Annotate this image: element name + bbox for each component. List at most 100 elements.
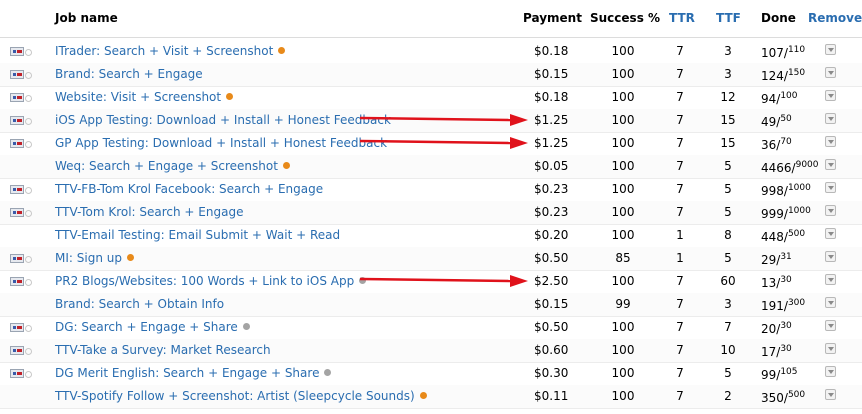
remove-button[interactable] bbox=[825, 343, 836, 354]
done-count: 998 bbox=[761, 184, 784, 198]
job-name-link[interactable]: TTV-Email Testing: Email Submit + Wait +… bbox=[55, 228, 340, 242]
job-name-link[interactable]: iOS App Testing: Download + Install + Ho… bbox=[55, 113, 391, 127]
remove-button[interactable] bbox=[825, 90, 836, 101]
job-name-link[interactable]: TTV-FB-Tom Krol Facebook: Search + Engag… bbox=[55, 182, 323, 196]
job-name-label: TTV-Take a Survey: Market Research bbox=[55, 343, 271, 357]
remove-button[interactable] bbox=[825, 251, 836, 262]
flag-status-icon bbox=[25, 95, 32, 102]
done-total: 500 bbox=[787, 229, 806, 239]
ttf-value: 5 bbox=[724, 182, 732, 196]
table-row: TTV-FB-Tom Krol Facebook: Search + Engag… bbox=[0, 178, 862, 202]
table-row: Brand: Search + Engage $0.15 100 7 3 124/150 bbox=[0, 63, 862, 87]
done-value: 350/500 bbox=[761, 390, 806, 405]
flag-status-icon bbox=[25, 49, 32, 56]
payment-value: $0.30 bbox=[534, 366, 569, 380]
col-payment[interactable]: Payment bbox=[523, 11, 582, 25]
done-value: 99/105 bbox=[761, 367, 798, 382]
success-value: 100 bbox=[611, 90, 635, 104]
success-value: 100 bbox=[611, 182, 635, 196]
job-name-label: Website: Visit + Screenshot bbox=[55, 90, 222, 104]
ttf-value: 5 bbox=[724, 251, 732, 265]
job-name-link[interactable]: GP App Testing: Download + Install + Hon… bbox=[55, 136, 387, 150]
country-flag-icon bbox=[10, 185, 24, 194]
ttr-value: 7 bbox=[676, 297, 684, 311]
job-name-label: GP App Testing: Download + Install + Hon… bbox=[55, 136, 388, 150]
job-name-label: DG Merit English: Search + Engage + Shar… bbox=[55, 366, 320, 380]
job-name-link[interactable]: Website: Visit + Screenshot bbox=[55, 90, 234, 104]
remove-button[interactable] bbox=[825, 228, 836, 239]
job-name-link[interactable]: Brand: Search + Obtain Info bbox=[55, 297, 224, 311]
table-row: TTV-Tom Krol: Search + Engage $0.23 100 7 5 9… bbox=[0, 201, 862, 225]
job-name-link[interactable]: TTV-Take a Survey: Market Research bbox=[55, 343, 271, 357]
payment-value: $1.25 bbox=[534, 113, 569, 127]
ttf-value: 5 bbox=[724, 205, 732, 219]
success-value: 100 bbox=[611, 67, 635, 81]
remove-button[interactable] bbox=[825, 366, 836, 377]
payment-value: $1.25 bbox=[534, 136, 569, 150]
done-value: 4466/9000 bbox=[761, 160, 819, 175]
remove-button[interactable] bbox=[825, 274, 836, 285]
done-total: 150 bbox=[787, 68, 806, 78]
remove-button[interactable] bbox=[825, 44, 836, 55]
done-value: 36/70 bbox=[761, 137, 792, 152]
done-count: 124 bbox=[761, 69, 784, 83]
done-count: 29 bbox=[761, 253, 777, 267]
remove-button[interactable] bbox=[825, 159, 836, 170]
col-remove[interactable]: Remove bbox=[808, 11, 862, 25]
ttr-value: 7 bbox=[676, 159, 684, 173]
flag-status-icon bbox=[25, 371, 32, 378]
payment-value: $0.11 bbox=[534, 389, 569, 403]
ttr-value: 7 bbox=[676, 366, 684, 380]
done-value: 94/100 bbox=[761, 91, 798, 106]
job-name-link[interactable]: PR2 Blogs/Websites: 100 Words + Link to … bbox=[55, 274, 367, 288]
job-name-link[interactable]: DG: Search + Engage + Share bbox=[55, 320, 250, 334]
table-row: MI: Sign up $0.50 85 1 5 29/31 bbox=[0, 247, 862, 271]
country-flag-icon bbox=[10, 346, 24, 355]
job-name-link[interactable]: DG Merit English: Search + Engage + Shar… bbox=[55, 366, 332, 380]
success-value: 100 bbox=[611, 136, 635, 150]
job-name-link[interactable]: TTV-Spotify Follow + Screenshot: Artist … bbox=[55, 389, 427, 403]
job-name-link[interactable]: Brand: Search + Engage bbox=[55, 67, 203, 81]
flag-status-icon bbox=[25, 279, 32, 286]
done-total: 50 bbox=[780, 114, 792, 124]
col-ttf[interactable]: TTF bbox=[716, 11, 741, 25]
done-count: 13 bbox=[761, 276, 777, 290]
flag-status-icon bbox=[25, 72, 32, 79]
remove-button[interactable] bbox=[825, 205, 836, 216]
payment-value: $0.20 bbox=[534, 228, 569, 242]
job-name-label: Weq: Search + Engage + Screenshot bbox=[55, 159, 278, 173]
remove-button[interactable] bbox=[825, 182, 836, 193]
done-total: 9000 bbox=[795, 160, 819, 170]
done-count: 36 bbox=[761, 138, 777, 152]
success-value: 100 bbox=[611, 228, 635, 242]
col-success[interactable]: Success % bbox=[590, 11, 660, 25]
col-done[interactable]: Done bbox=[761, 11, 796, 25]
remove-button[interactable] bbox=[825, 297, 836, 308]
remove-button[interactable] bbox=[825, 389, 836, 400]
status-dot-icon bbox=[419, 392, 427, 399]
col-ttr[interactable]: TTR bbox=[669, 11, 695, 25]
done-value: 29/31 bbox=[761, 252, 792, 267]
payment-value: $0.15 bbox=[534, 67, 569, 81]
ttf-value: 3 bbox=[724, 44, 732, 58]
done-count: 448 bbox=[761, 230, 784, 244]
job-name-link[interactable]: MI: Sign up bbox=[55, 251, 134, 265]
ttf-value: 3 bbox=[724, 67, 732, 81]
table-row: ITrader: Search + Visit + Screenshot $0.1… bbox=[0, 40, 862, 64]
status-dot-icon bbox=[126, 254, 134, 261]
payment-value: $0.60 bbox=[534, 343, 569, 357]
done-count: 999 bbox=[761, 207, 784, 221]
remove-button[interactable] bbox=[825, 136, 836, 147]
done-count: 4466 bbox=[761, 161, 792, 175]
country-flag-icon bbox=[10, 47, 24, 56]
job-name-link[interactable]: ITrader: Search + Visit + Screenshot bbox=[55, 44, 286, 58]
remove-button[interactable] bbox=[825, 67, 836, 78]
done-value: 448/500 bbox=[761, 229, 806, 244]
country-flag-icon bbox=[10, 323, 24, 332]
job-name-link[interactable]: Weq: Search + Engage + Screenshot bbox=[55, 159, 290, 173]
job-name-link[interactable]: TTV-Tom Krol: Search + Engage bbox=[55, 205, 243, 219]
remove-button[interactable] bbox=[825, 113, 836, 124]
success-value: 100 bbox=[611, 320, 635, 334]
remove-button[interactable] bbox=[825, 320, 836, 331]
col-job-name[interactable]: Job name bbox=[55, 11, 118, 25]
